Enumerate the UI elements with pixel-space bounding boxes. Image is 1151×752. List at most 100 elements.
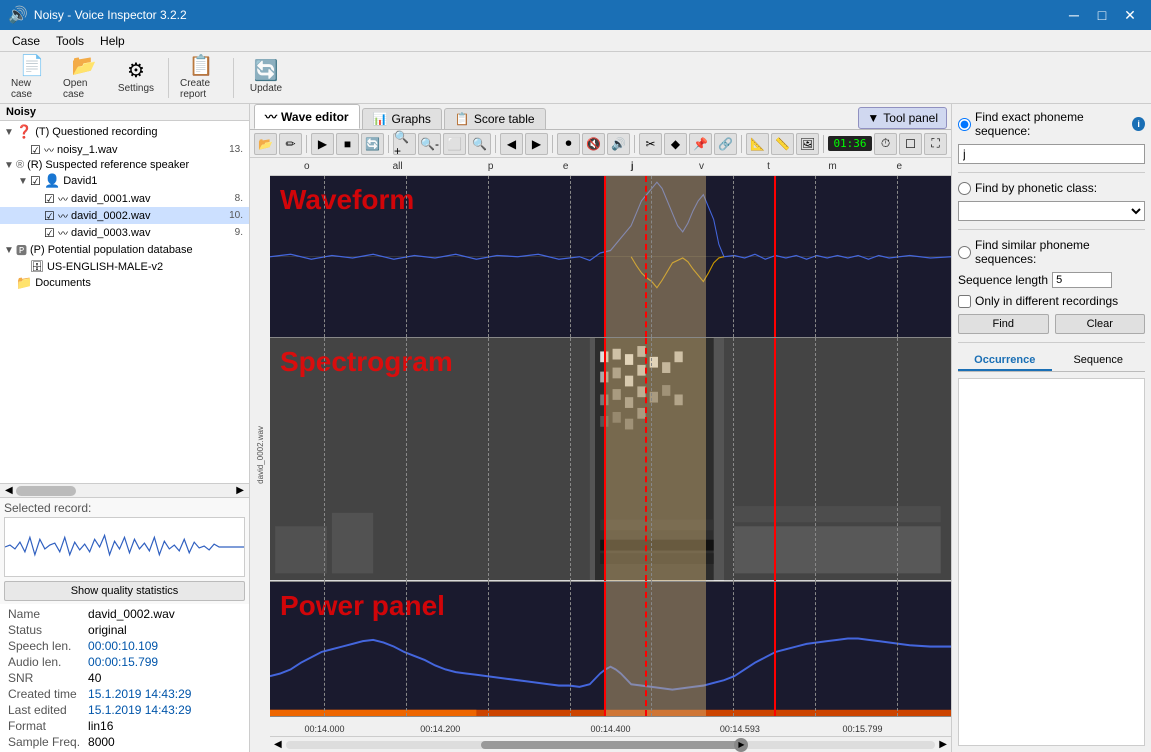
checkbox-d0003[interactable]: ☑	[44, 226, 58, 240]
wave-fullscreen-btn[interactable]: ⛶	[924, 133, 947, 155]
tab-wave-editor[interactable]: 〰 Wave editor	[254, 104, 360, 129]
tree-item-questioned[interactable]: ▼ ❓ (T) Questioned recording	[0, 123, 249, 141]
wave-mute-btn[interactable]: 🔇	[582, 133, 605, 155]
tab-score-table[interactable]: 📋 Score table	[444, 108, 546, 129]
wave-zoom-fit-btn[interactable]: ⬜	[443, 133, 466, 155]
tree-item-david0003[interactable]: ☑ 〰 david_0003.wav 9.	[0, 224, 249, 241]
phonetic-class-dropdown[interactable]	[958, 201, 1145, 221]
tree-item-documents[interactable]: 📁 Documents	[0, 274, 249, 292]
tree-scrollbar[interactable]: ◀ ▶	[0, 483, 249, 497]
wave-pin-btn[interactable]: 📌	[689, 133, 712, 155]
tree-item-david0002[interactable]: ☑ 〰 david_0002.wav 10.	[0, 207, 249, 224]
find-button[interactable]: Find	[958, 314, 1049, 334]
only-different-checkbox[interactable]	[958, 295, 971, 308]
find-similar-label: Find similar phoneme sequences:	[975, 238, 1145, 266]
find-similar-radio[interactable]	[958, 246, 971, 259]
create-report-button[interactable]: 📋 Create report	[177, 55, 225, 101]
find-clear-row: Find Clear	[958, 314, 1145, 334]
prop-last-edited: Last edited 15.1.2019 14:43:29	[4, 702, 245, 718]
update-button[interactable]: 🔄 Update	[242, 55, 290, 101]
menu-bar: Case Tools Help	[0, 30, 1151, 52]
wave-vol-btn[interactable]: 🔊	[607, 133, 630, 155]
phoneme-input[interactable]	[958, 144, 1145, 164]
wave-sep-4	[552, 135, 553, 153]
checkbox-noisy1[interactable]: ☑	[30, 143, 44, 157]
new-case-button[interactable]: 📄 New case	[8, 55, 56, 101]
david1-icon: 👤	[44, 173, 60, 189]
tree-item-david1[interactable]: ▼ ☑ 👤 David1	[0, 172, 249, 190]
checkbox-david1[interactable]: ☑	[30, 174, 44, 188]
wave-refresh-btn[interactable]: 🔄	[361, 133, 384, 155]
wave-stop-btn[interactable]: ■	[336, 133, 359, 155]
wave-marker-btn[interactable]: ◆	[664, 133, 687, 155]
menu-case[interactable]: Case	[4, 32, 48, 50]
toggle-potential[interactable]: ▼	[2, 245, 16, 256]
wave-checkbox-btn[interactable]: ☐	[899, 133, 922, 155]
potential-label: (P) Potential population database	[30, 244, 193, 256]
d0001-icon: 〰	[58, 191, 68, 206]
tree-item-ref-speaker[interactable]: ▼ ® (R) Suspected reference speaker	[0, 158, 249, 172]
open-case-button[interactable]: 📂 Open case	[60, 55, 108, 101]
scroll-right-btn[interactable]: ▶	[233, 485, 247, 496]
wave-prev-btn[interactable]: ◀	[500, 133, 523, 155]
wave-cut-btn[interactable]: ✂	[639, 133, 662, 155]
find-exact-radio[interactable]	[958, 118, 971, 131]
find-phonetic-label: Find by phonetic class:	[975, 181, 1097, 195]
checkbox-d0001[interactable]: ☑	[44, 192, 58, 206]
tool-panel-button[interactable]: ▼ Tool panel	[858, 107, 947, 129]
wave-record-btn[interactable]: ⏺	[557, 133, 580, 155]
time-display: 01:36	[828, 136, 872, 151]
find-phonetic-radio[interactable]	[958, 182, 971, 195]
menu-tools[interactable]: Tools	[48, 32, 92, 50]
file-tree[interactable]: ▼ ❓ (T) Questioned recording ☑ 〰 noisy_1…	[0, 121, 249, 483]
settings-button[interactable]: ⚙ Settings	[112, 55, 160, 101]
viz-scroll-left[interactable]: ◀	[274, 739, 282, 750]
wave-measure-btn[interactable]: 📐	[746, 133, 769, 155]
toggle-ref[interactable]: ▼	[2, 160, 16, 171]
seq-length-input[interactable]	[1052, 272, 1112, 288]
clear-button[interactable]: Clear	[1055, 314, 1146, 334]
divider-1	[958, 172, 1145, 173]
viz-scrollbar[interactable]: ◀ ▶ ▶	[270, 736, 951, 752]
wave-next-btn[interactable]: ▶	[525, 133, 548, 155]
wave-snapshot-btn[interactable]: 🖼	[796, 133, 819, 155]
wave-ruler-btn[interactable]: 📏	[771, 133, 794, 155]
show-quality-button[interactable]: Show quality statistics	[4, 581, 245, 601]
tab-graphs[interactable]: 📊 Graphs	[362, 108, 442, 129]
checkbox-d0002[interactable]: ☑	[44, 209, 58, 223]
viz-scroll-right[interactable]: ▶	[939, 739, 947, 750]
viz-area: david_0002.wav o all p e j v t m e	[250, 158, 951, 752]
wave-zoom-in-btn[interactable]: 🔍+	[393, 133, 416, 155]
toggle-questioned[interactable]: ▼	[2, 127, 16, 138]
wave-zoom-out-btn[interactable]: 🔍-	[418, 133, 441, 155]
noisy1-value: 13.	[223, 144, 247, 155]
tree-item-potential[interactable]: ▼ 🅿 (P) Potential population database	[0, 241, 249, 259]
wave-search-btn[interactable]: 🔍	[468, 133, 491, 155]
tree-item-us-english[interactable]: 🗄 US-ENGLISH-MALE-v2	[0, 259, 249, 274]
sequence-tab[interactable]: Sequence	[1052, 351, 1146, 371]
wave-timer-btn[interactable]: ⏱	[874, 133, 897, 155]
menu-help[interactable]: Help	[92, 32, 133, 50]
viz-scroll-thumb[interactable]: ▶	[481, 741, 741, 749]
update-icon: 🔄	[254, 61, 279, 81]
wave-open-btn[interactable]: 📂	[254, 133, 277, 155]
minimize-button[interactable]: ─	[1061, 2, 1087, 28]
occurrence-tab[interactable]: Occurrence	[958, 351, 1052, 371]
toggle-david1[interactable]: ▼	[16, 176, 30, 187]
info-icon[interactable]: i	[1132, 117, 1145, 131]
wave-edit-btn[interactable]: ✏	[279, 133, 302, 155]
scroll-thumb[interactable]	[16, 486, 76, 496]
tree-item-david0001[interactable]: ☑ 〰 david_0001.wav 8.	[0, 190, 249, 207]
seq-length-label: Sequence length	[958, 273, 1048, 287]
wave-play-btn[interactable]: ▶	[311, 133, 334, 155]
app-icon: 🔊	[8, 5, 28, 25]
scroll-marker[interactable]: ▶	[734, 738, 748, 752]
scroll-left-btn[interactable]: ◀	[2, 485, 16, 496]
prop-created-key: Created time	[4, 686, 84, 702]
close-button[interactable]: ✕	[1117, 2, 1143, 28]
maximize-button[interactable]: □	[1089, 2, 1115, 28]
tree-item-noisy1[interactable]: ☑ 〰 noisy_1.wav 13.	[0, 141, 249, 158]
wave-link-btn[interactable]: 🔗	[714, 133, 737, 155]
power-svg	[270, 582, 951, 717]
divider-3	[958, 342, 1145, 343]
